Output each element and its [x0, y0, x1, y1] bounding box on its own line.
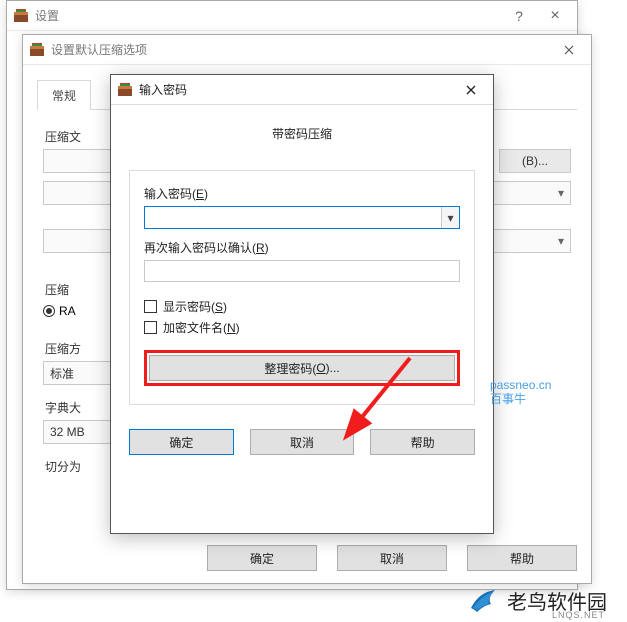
- footer-brand: 老鸟软件园 LNQS.NET: [467, 584, 607, 616]
- bird-logo-icon: [467, 584, 499, 616]
- titlebar: 设置 ? ×: [7, 1, 577, 31]
- highlight-annotation: 整理密码(O)...: [144, 350, 460, 386]
- checkbox-icon: [144, 321, 157, 334]
- encrypt-filenames-checkbox[interactable]: 加密文件名(N): [144, 319, 460, 336]
- password-fieldset: 输入密码(E) ▾ 再次输入密码以确认(R) 显示密码(S) 加密文件名(N) …: [129, 170, 475, 405]
- password-confirm-input[interactable]: [144, 260, 460, 282]
- help-button[interactable]: 帮助: [370, 429, 475, 455]
- dialog-buttons: 确定 取消 帮助: [111, 429, 493, 469]
- close-button[interactable]: [453, 76, 489, 104]
- winrar-icon: [29, 42, 45, 58]
- reenter-password-label: 再次输入密码以确认(R): [144, 239, 460, 256]
- titlebar: 输入密码: [111, 75, 493, 105]
- checkbox-icon: [144, 300, 157, 313]
- winrar-icon: [13, 8, 29, 24]
- checkbox-label: 显示密码(S): [163, 298, 227, 315]
- ok-button[interactable]: 确定: [129, 429, 234, 455]
- browse-button[interactable]: (B)...: [499, 149, 571, 173]
- ok-button[interactable]: 确定: [207, 545, 317, 571]
- password-input-combo[interactable]: ▾: [144, 206, 460, 229]
- close-button[interactable]: [551, 36, 587, 64]
- radio-checked-icon: [43, 305, 55, 317]
- chevron-down-icon: ▾: [558, 186, 564, 200]
- close-button[interactable]: ×: [537, 2, 573, 30]
- help-button[interactable]: 帮助: [467, 545, 577, 571]
- group-title: 带密码压缩: [129, 125, 475, 142]
- winrar-icon: [117, 82, 133, 98]
- chevron-down-icon[interactable]: ▾: [441, 207, 459, 228]
- checkbox-label: 加密文件名(N): [163, 319, 240, 336]
- window-title: 设置: [35, 7, 501, 24]
- radio-label: RA: [59, 304, 76, 318]
- chevron-down-icon: ▾: [558, 234, 564, 248]
- dialog-buttons: 确定 取消 帮助: [207, 545, 577, 571]
- help-button[interactable]: ?: [501, 2, 537, 30]
- window-title: 设置默认压缩选项: [51, 41, 551, 58]
- show-password-checkbox[interactable]: 显示密码(S): [144, 298, 460, 315]
- cancel-button[interactable]: 取消: [337, 545, 447, 571]
- watermark: passneo.cn 百事牛: [490, 378, 551, 406]
- dialog-title: 输入密码: [139, 81, 453, 98]
- organize-passwords-button[interactable]: 整理密码(O)...: [149, 355, 455, 381]
- password-input[interactable]: [145, 207, 441, 228]
- footer-brand-sub: LNQS.NET: [552, 610, 605, 620]
- titlebar: 设置默认压缩选项: [23, 35, 591, 65]
- tab-general[interactable]: 常规: [37, 80, 91, 110]
- cancel-button[interactable]: 取消: [250, 429, 355, 455]
- enter-password-dialog: 输入密码 带密码压缩 输入密码(E) ▾ 再次输入密码以确认(R) 显示密码(S…: [110, 74, 494, 534]
- enter-password-label: 输入密码(E): [144, 185, 460, 202]
